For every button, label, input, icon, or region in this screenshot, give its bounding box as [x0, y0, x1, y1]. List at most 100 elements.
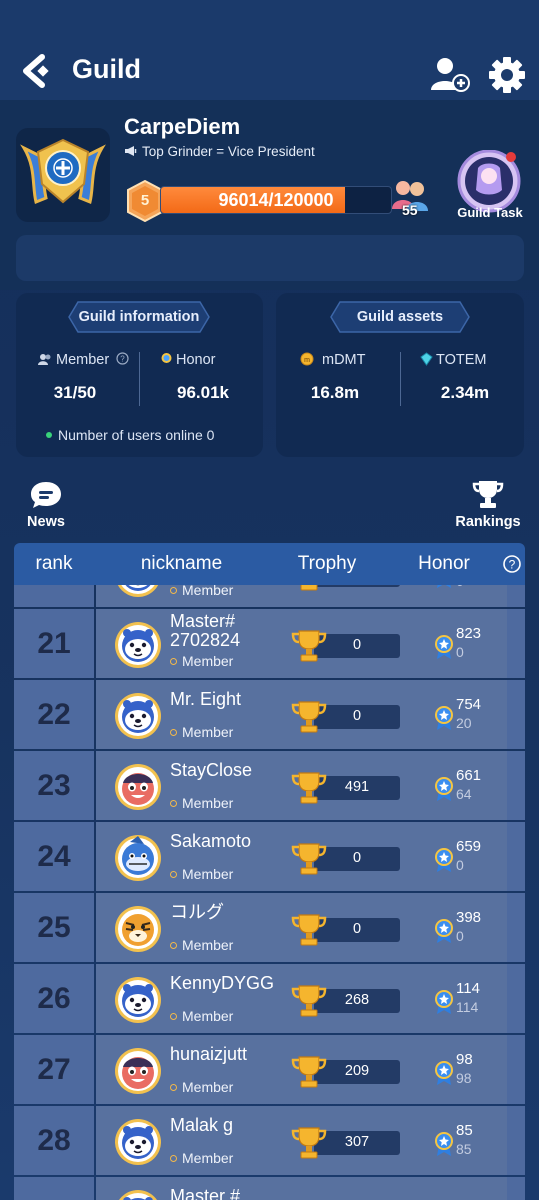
avatar[interactable]: [114, 834, 162, 882]
honor-label: Honor: [160, 352, 216, 368]
honor-total: 398: [456, 909, 482, 926]
help-icon[interactable]: ?: [116, 352, 129, 365]
svg-text:?: ?: [120, 355, 125, 364]
role-dot: [170, 1013, 177, 1020]
gear-icon[interactable]: [488, 56, 526, 94]
row-edge: [507, 822, 525, 891]
table-header: rank nickname Trophy Honor ?: [14, 543, 525, 585]
row-edge: [507, 585, 525, 607]
member-role: Member: [170, 724, 233, 740]
avatar[interactable]: [114, 621, 162, 669]
mdmt-coin-icon: m: [300, 352, 314, 366]
honor-medal-icon: [437, 585, 451, 588]
avatar[interactable]: [114, 585, 162, 598]
svg-text:m: m: [304, 357, 310, 364]
row-edge: [507, 751, 525, 820]
table-row[interactable]: 24 Sakamoto Member 0 659 0: [14, 822, 525, 893]
news-label: News: [27, 514, 65, 530]
rank-number: 26: [37, 982, 71, 1015]
honor-weekly: 0: [456, 644, 464, 660]
member-nickname: hunaizjutt: [170, 1044, 248, 1064]
guild-assets-tag-text: Guild assets: [356, 309, 444, 325]
honor-weekly: 0: [456, 928, 464, 944]
totem-value: 2.34m: [440, 383, 490, 402]
trophy-value: 0: [352, 850, 362, 866]
role-dot: [170, 1084, 177, 1091]
table-body: 20 Member 0 21 Master#2702824 Member 0 823 0 22 Mr…: [14, 585, 525, 1200]
divider: [400, 352, 401, 406]
avatar[interactable]: [114, 692, 162, 740]
trophy-value: 0: [352, 708, 362, 724]
table-row[interactable]: 22 Mr. Eight Member 0 754 20: [14, 680, 525, 751]
rank-number: 25: [37, 911, 71, 944]
table-row[interactable]: 25 コルグ Member 0 398 0: [14, 893, 525, 964]
member-role: Member: [170, 795, 233, 811]
rank-number: 24: [37, 840, 71, 873]
rankings-button[interactable]: Rankings: [452, 478, 524, 530]
honor-medal-icon: [435, 990, 453, 1014]
news-button[interactable]: News: [22, 480, 70, 530]
rank-number: 28: [37, 1124, 71, 1157]
honor-weekly: 0: [456, 857, 464, 873]
table-row[interactable]: 26 KennyDYGG Member 268 114 114: [14, 964, 525, 1035]
member-role: Member: [170, 585, 233, 598]
member-nickname: Mr. Eight: [170, 689, 242, 709]
guild-task-label[interactable]: Guild Task: [450, 205, 530, 220]
trophy-value: 491: [344, 779, 370, 795]
honor-total: 661: [456, 767, 482, 784]
honor-medal-icon: [435, 848, 453, 872]
help-icon[interactable]: ?: [502, 554, 522, 574]
honor-medal-icon: [435, 777, 453, 801]
guild-motto: Top Grinder = Vice President: [124, 144, 315, 159]
back-icon[interactable]: [22, 54, 56, 88]
avatar[interactable]: [114, 1118, 162, 1166]
svg-text:?: ?: [509, 558, 516, 572]
member-label: Member ?: [38, 352, 129, 368]
mdmt-value: 16.8m: [310, 383, 360, 402]
avatar[interactable]: [114, 1047, 162, 1095]
role-dot: [170, 658, 177, 665]
trophy-value: 307: [344, 1134, 370, 1150]
row-edge: [507, 964, 525, 1033]
member-nickname: Malak g: [170, 1115, 234, 1135]
role-dot: [170, 729, 177, 736]
member-role: Member: [170, 1079, 233, 1095]
table-row[interactable]: 21 Master# 2702824 Member 0 823 0: [14, 609, 525, 680]
table-row[interactable]: 28 Malak g Member 307 85 85: [14, 1106, 525, 1177]
honor-weekly: 64: [456, 786, 472, 802]
row-edge: [507, 893, 525, 962]
member-role: Member: [170, 866, 233, 882]
member-nickname: StayClose: [170, 760, 253, 780]
online-status: Number of users online 0: [46, 427, 214, 443]
honor-weekly: 20: [456, 715, 472, 731]
row-edge: [507, 680, 525, 749]
honor-weekly: 98: [456, 1070, 472, 1086]
trophy-value: 0: [352, 637, 362, 653]
guild-name: CarpeDiem: [124, 114, 241, 139]
avatar[interactable]: [114, 905, 162, 953]
table-row[interactable]: 23 StayClose Member 491 661 64: [14, 751, 525, 822]
honor-medal-icon: [435, 706, 453, 730]
mdmt-label-text: mDMT: [322, 352, 366, 368]
honor-total: 114: [456, 980, 480, 997]
totem-gem-icon: [420, 352, 433, 366]
avatar[interactable]: [114, 763, 162, 811]
avatar[interactable]: [114, 976, 162, 1024]
page-title: Guild: [72, 54, 141, 84]
guild-notice-box: [16, 235, 524, 281]
avatar[interactable]: [114, 1189, 162, 1200]
guild-emblem-icon: [20, 138, 106, 205]
add-member-icon[interactable]: [428, 56, 470, 92]
guild-info-tag-text: Guild information: [78, 309, 200, 325]
honor-medal-icon: [161, 353, 172, 363]
guild-emblem: [16, 128, 110, 222]
guild-xp-text: 96014/120000: [218, 190, 334, 210]
table-row[interactable]: 29 Master #: [14, 1177, 525, 1200]
col-honor: Honor: [418, 553, 470, 574]
rank-number: 27: [37, 1053, 71, 1086]
table-row[interactable]: 20 Member 0: [14, 585, 525, 609]
role-dot: [170, 800, 177, 807]
honor-value: 96.01k: [177, 383, 229, 402]
table-row[interactable]: 27 hunaizjutt Member 209 98 98: [14, 1035, 525, 1106]
member-nickname: Sakamoto: [170, 831, 252, 851]
